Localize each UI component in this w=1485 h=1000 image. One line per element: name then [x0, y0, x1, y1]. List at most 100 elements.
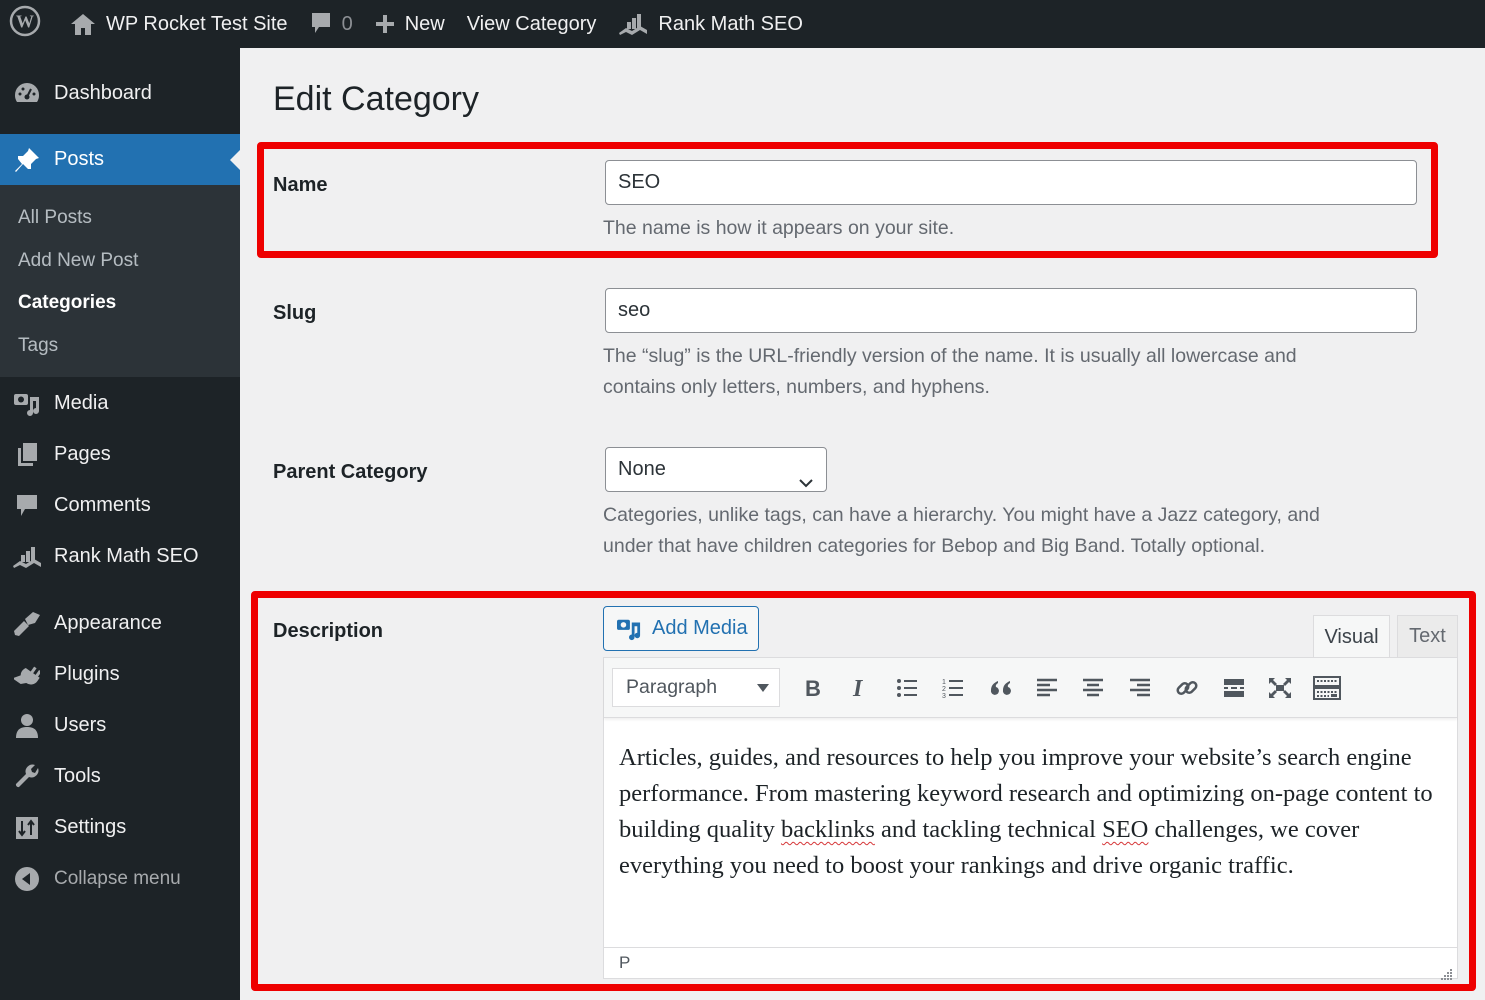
parent-category-label: Parent Category: [273, 461, 428, 483]
svg-text:B: B: [805, 677, 821, 699]
sidebar-item-plugins[interactable]: Plugins: [0, 649, 240, 700]
sidebar-item-label: Appearance: [54, 612, 162, 634]
sidebar-item-label: Rank Math SEO: [54, 545, 199, 567]
site-name: WP Rocket Test Site: [106, 12, 288, 35]
name-input[interactable]: SEO: [605, 160, 1417, 205]
bold-icon: B: [805, 677, 821, 699]
description-label: Description: [273, 620, 384, 642]
wordpress-logo-button[interactable]: W: [0, 0, 59, 48]
dropdown-arrow-icon: [757, 676, 769, 699]
comment-icon: [310, 11, 332, 37]
read-more-icon: [1223, 678, 1244, 697]
add-media-button[interactable]: Add Media: [603, 606, 759, 651]
collapse-arrow-icon: [12, 864, 42, 894]
pushpin-icon: [12, 145, 42, 175]
view-category-label: View Category: [466, 12, 597, 35]
bold-button[interactable]: B: [790, 668, 837, 707]
home-icon: [70, 12, 96, 36]
plus-icon: [375, 14, 395, 34]
wrench-icon: [12, 762, 42, 792]
chevron-down-icon: [798, 462, 814, 505]
media-icon: [12, 389, 42, 419]
align-left-button[interactable]: [1023, 668, 1070, 707]
misspelled-word: backlinks: [780, 816, 875, 843]
sidebar-item-users[interactable]: Users: [0, 700, 240, 751]
resize-handle-icon[interactable]: [1439, 961, 1453, 980]
rankmath-adminbar-link[interactable]: Rank Math SEO: [607, 0, 814, 48]
fullscreen-button[interactable]: [1257, 668, 1304, 707]
parent-help-line: Categories, unlike tags, can have a hier…: [603, 504, 1320, 526]
align-center-button[interactable]: [1070, 668, 1117, 707]
sidebar-item-posts[interactable]: Posts: [0, 134, 240, 185]
add-media-label: Add Media: [652, 617, 748, 639]
sidebar-item-comments[interactable]: Comments: [0, 480, 240, 531]
comment-icon: [12, 491, 42, 521]
media-icon: [616, 617, 642, 641]
sidebar-item-rankmath[interactable]: Rank Math SEO: [0, 531, 240, 582]
numbered-list-button[interactable]: 123: [930, 668, 977, 707]
submenu-item-categories[interactable]: Categories: [0, 282, 240, 325]
tab-text[interactable]: Text: [1397, 615, 1458, 657]
bulleted-list-button[interactable]: [883, 668, 930, 707]
sidebar-item-label: Pages: [54, 443, 111, 465]
plug-icon: [12, 660, 42, 690]
sidebar-item-media[interactable]: Media: [0, 378, 240, 429]
rankmath-label: Rank Math SEO: [658, 12, 803, 35]
align-right-icon: [1130, 678, 1151, 696]
paintbrush-icon: [12, 609, 42, 639]
sidebar-item-pages[interactable]: Pages: [0, 429, 240, 480]
submenu-item-tags[interactable]: Tags: [0, 325, 240, 368]
content-text: and tackling technical: [874, 816, 1103, 843]
toolbar-toggle-button[interactable]: [1304, 668, 1351, 707]
insert-link-button[interactable]: [1164, 668, 1211, 707]
element-path[interactable]: P: [619, 953, 630, 972]
new-content-link[interactable]: New: [364, 0, 456, 48]
user-icon: [12, 711, 42, 741]
editor-content[interactable]: Articles, guides, and resources to help …: [604, 718, 1457, 948]
blockquote-icon: [991, 680, 1012, 695]
sidebar-item-settings[interactable]: Settings: [0, 802, 240, 853]
link-icon: [1176, 680, 1198, 695]
submenu-item-add-new-post[interactable]: Add New Post: [0, 240, 240, 283]
sidebar-item-dashboard[interactable]: Dashboard: [0, 48, 240, 134]
fullscreen-icon: [1269, 677, 1292, 698]
view-category-link[interactable]: View Category: [456, 0, 608, 48]
read-more-button[interactable]: [1210, 668, 1257, 707]
tab-visual[interactable]: Visual: [1313, 615, 1390, 658]
collapse-menu-label: Collapse menu: [54, 867, 181, 889]
parent-category-selected: None: [618, 458, 666, 480]
submenu-item-all-posts[interactable]: All Posts: [0, 197, 240, 240]
admin-sidebar: Dashboard Posts All Posts Add New Post C…: [0, 48, 240, 1000]
collapse-menu-button[interactable]: Collapse menu: [0, 853, 240, 904]
svg-text:1: 1: [942, 679, 946, 686]
sidebar-item-label: Tools: [54, 765, 101, 787]
align-center-icon: [1083, 678, 1104, 696]
slug-help-line: The “slug” is the URL-friendly version o…: [603, 345, 1297, 367]
blockquote-button[interactable]: [977, 668, 1024, 707]
align-right-button[interactable]: [1117, 668, 1164, 707]
slug-label: Slug: [273, 302, 317, 324]
format-select[interactable]: Paragraph: [612, 668, 780, 707]
svg-text:W: W: [16, 12, 34, 32]
comments-count: 0: [341, 12, 353, 35]
parent-help-line: under that have children categories for …: [603, 535, 1266, 557]
name-label: Name: [273, 174, 328, 196]
sidebar-item-label: Settings: [54, 816, 127, 838]
editor-statusbar: P: [604, 947, 1457, 980]
slug-input[interactable]: seo: [605, 288, 1417, 333]
editor-toolbar: Paragraph B I 123: [604, 658, 1457, 718]
sidebar-item-label: Dashboard: [54, 81, 152, 104]
sidebar-item-label: Users: [54, 714, 107, 736]
keyboard-icon: [1312, 675, 1341, 700]
parent-category-select[interactable]: None: [605, 447, 827, 492]
sidebar-item-appearance[interactable]: Appearance: [0, 598, 240, 649]
comments-link[interactable]: 0: [299, 0, 364, 48]
svg-text:3: 3: [942, 693, 946, 699]
sidebar-item-tools[interactable]: Tools: [0, 751, 240, 802]
sidebar-item-label: Comments: [54, 494, 151, 516]
site-name-link[interactable]: WP Rocket Test Site: [59, 0, 299, 48]
svg-text:2: 2: [942, 686, 946, 693]
italic-button[interactable]: I: [837, 668, 884, 707]
sidebar-item-label: Posts: [54, 148, 105, 170]
rankmath-icon: [618, 12, 648, 36]
